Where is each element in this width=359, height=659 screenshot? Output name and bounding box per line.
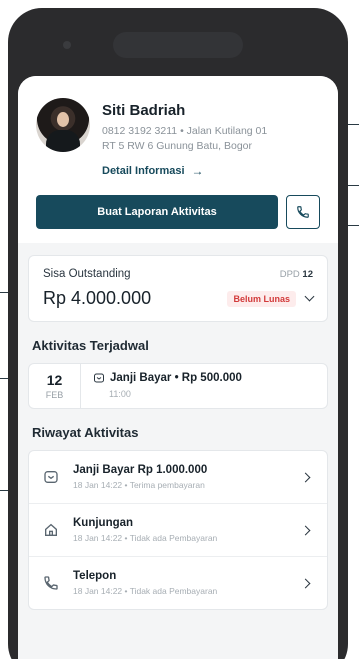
history-subtitle: 18 Jan 14:22 • Tidak ada Pembayaran [73, 586, 218, 596]
scheduled-title: Janji Bayar • Rp 500.000 [110, 372, 242, 384]
separator-dot: • [180, 125, 184, 137]
customer-phone: 0812 3192 3211 [102, 125, 178, 137]
outstanding-card[interactable]: Sisa Outstanding DPD 12 Rp 4.000.000 Bel… [28, 255, 328, 322]
profile-info: Siti Badriah 0812 3192 3211 • Jalan Kuti… [102, 98, 320, 179]
detail-info-label: Detail Informasi [102, 165, 185, 177]
customer-address-line1: Jalan Kutilang 01 [186, 125, 268, 137]
phone-icon [44, 576, 58, 590]
promise-icon [44, 471, 58, 483]
history-title: Janji Bayar Rp 1.000.000 [73, 464, 208, 476]
create-activity-report-button[interactable]: Buat Laporan Aktivitas [36, 195, 278, 229]
list-item[interactable]: Kunjungan 18 Jan 14:22 • Tidak ada Pemba… [29, 504, 327, 557]
device-frame: Siti Badriah 0812 3192 3211 • Jalan Kuti… [8, 8, 348, 659]
scheduled-activity-item[interactable]: 12 FEB Janji Bayar • Rp 500.000 11:00 [28, 363, 328, 409]
call-button[interactable] [286, 195, 320, 229]
chevron-down-icon[interactable] [304, 291, 315, 302]
action-row: Buat Laporan Aktivitas [36, 195, 320, 229]
scheduled-section-title: Aktivitas Terjadwal [32, 338, 149, 353]
list-item[interactable]: Telepon 18 Jan 14:22 • Tidak ada Pembaya… [29, 557, 327, 609]
chevron-right-icon [300, 472, 311, 482]
arrow-right-icon: → [191, 164, 204, 178]
profile-header: Siti Badriah 0812 3192 3211 • Jalan Kuti… [18, 76, 338, 243]
home-icon [45, 523, 57, 536]
app-screen: Siti Badriah 0812 3192 3211 • Jalan Kuti… [18, 76, 338, 659]
history-section-title: Riwayat Aktivitas [32, 425, 139, 440]
scheduled-month: FEB [45, 390, 64, 400]
history-title: Kunjungan [73, 517, 134, 529]
scheduled-date: 12 FEB [29, 364, 81, 408]
avatar-body [46, 130, 80, 152]
scheduled-info: Janji Bayar • Rp 500.000 11:00 [81, 364, 254, 408]
history-list: Janji Bayar Rp 1.000.000 18 Jan 14:22 • … [28, 450, 328, 610]
scheduled-time: 11:00 [109, 389, 131, 399]
chevron-right-icon [300, 525, 311, 535]
promise-icon [94, 373, 104, 383]
history-subtitle: 18 Jan 14:22 • Tidak ada Pembayaran [73, 533, 218, 543]
avatar [36, 98, 90, 152]
dpd-indicator: DPD 12 [280, 269, 313, 280]
list-item[interactable]: Janji Bayar Rp 1.000.000 18 Jan 14:22 • … [29, 451, 327, 504]
chevron-right-icon [300, 578, 311, 588]
history-title: Telepon [73, 570, 117, 582]
history-subtitle: 18 Jan 14:22 • Terima pembayaran [73, 480, 205, 490]
outstanding-amount: Rp 4.000.000 [43, 288, 152, 308]
outstanding-title: Sisa Outstanding [43, 268, 131, 280]
device-notch [63, 32, 243, 58]
customer-address-line2: RT 5 RW 6 Gunung Batu, Bogor [102, 140, 253, 152]
phone-icon [297, 206, 309, 218]
camera-dot [63, 41, 71, 49]
avatar-face [57, 112, 69, 127]
dpd-value: 12 [302, 268, 313, 280]
customer-contact: 0812 3192 3211 • Jalan Kutilang 01 RT 5 … [102, 124, 320, 154]
customer-name: Siti Badriah [102, 102, 186, 119]
scheduled-day: 12 [46, 372, 63, 388]
dpd-label: DPD [279, 268, 300, 280]
status-badge: Belum Lunas [227, 290, 296, 307]
detail-info-link[interactable]: Detail Informasi → [102, 164, 204, 178]
